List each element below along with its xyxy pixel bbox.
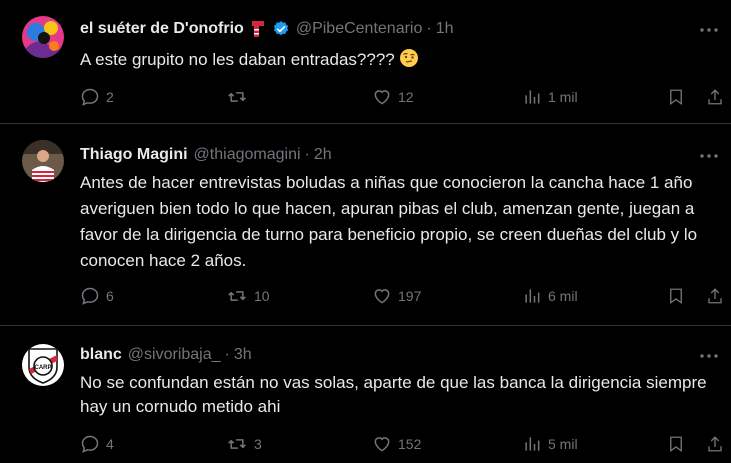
timestamp[interactable]: 2h [314, 146, 332, 164]
views-icon [522, 87, 542, 107]
share-icon [706, 286, 724, 306]
display-name[interactable]: Thiago Magini [80, 146, 188, 164]
reply-icon [80, 87, 100, 107]
views-icon [522, 286, 542, 306]
retweet-button[interactable]: 3 [226, 434, 262, 454]
views-button[interactable]: 1 mil [522, 87, 578, 107]
avatar[interactable] [22, 16, 64, 58]
view-count: 6 mil [548, 288, 578, 304]
avatar[interactable]: CARP [22, 344, 64, 386]
reply-button[interactable]: 2 [80, 87, 114, 107]
share-button[interactable] [706, 286, 724, 306]
reply-count: 4 [106, 436, 114, 452]
reply-button[interactable]: 6 [80, 286, 114, 306]
share-icon [706, 87, 724, 107]
heart-icon [372, 286, 392, 306]
more-options-icon[interactable] [697, 146, 721, 166]
handle[interactable]: @sivoribaja_ [128, 346, 221, 364]
bookmark-button[interactable] [667, 286, 685, 306]
reply-icon [80, 434, 100, 454]
like-button[interactable]: 12 [372, 87, 414, 107]
avatar-crest-text: CARP [34, 365, 51, 371]
bookmark-button[interactable] [667, 434, 685, 454]
view-count: 5 mil [548, 436, 578, 452]
tweet-header: Thiago Magini @thiagomagini · 2h [80, 146, 332, 164]
tweet[interactable]: Thiago Magini @thiagomagini · 2h Antes d… [0, 124, 731, 326]
bookmark-icon [667, 286, 685, 306]
bookmark-button[interactable] [667, 87, 685, 107]
reply-count: 2 [106, 89, 114, 105]
tweet-header: el suéter de D'onofrio @PibeCentenario ·… [80, 20, 454, 38]
views-button[interactable]: 5 mil [522, 434, 578, 454]
reply-button[interactable]: 4 [80, 434, 114, 454]
views-button[interactable]: 6 mil [522, 286, 578, 306]
tweet[interactable]: CARP blanc @sivoribaja_ · 3h No se confu… [0, 326, 731, 463]
display-name[interactable]: el suéter de D'onofrio [80, 20, 244, 38]
heart-icon [372, 87, 392, 107]
separator-dot: · [224, 346, 230, 363]
tweet-actions: 4 3 152 5 mil [0, 434, 731, 458]
share-button[interactable] [706, 434, 724, 454]
tweet-text: No se confundan están no vas solas, apar… [80, 373, 707, 416]
share-button[interactable] [706, 87, 724, 107]
views-icon [522, 434, 542, 454]
tweet-actions: 2 12 1 mil [0, 87, 731, 111]
tweet-header: blanc @sivoribaja_ · 3h [80, 346, 252, 364]
view-count: 1 mil [548, 89, 578, 105]
verified-badge-icon [272, 20, 290, 38]
tweet[interactable]: el suéter de D'onofrio @PibeCentenario ·… [0, 0, 731, 124]
retweet-button[interactable]: 10 [226, 286, 270, 306]
display-name[interactable]: blanc [80, 346, 122, 364]
retweet-count: 3 [254, 436, 262, 452]
reply-count: 6 [106, 288, 114, 304]
tweet-actions: 6 10 197 6 mil [0, 286, 731, 310]
tweet-text: A este grupito no les daban entradas???? [80, 48, 710, 75]
avatar[interactable] [22, 140, 64, 182]
retweet-button[interactable] [226, 87, 254, 107]
tweet-text: Antes de hacer entrevistas boludas a niñ… [80, 173, 698, 270]
like-count: 12 [398, 89, 414, 105]
like-button[interactable]: 197 [372, 286, 421, 306]
like-count: 197 [398, 288, 422, 304]
retweet-icon [226, 434, 248, 454]
raised-eyebrow-emoji [399, 48, 419, 75]
like-button[interactable]: 152 [372, 434, 421, 454]
bookmark-icon [667, 87, 685, 107]
heart-icon [372, 434, 392, 454]
handle[interactable]: @thiagomagini [194, 146, 301, 164]
retweet-count: 10 [254, 288, 270, 304]
more-options-icon[interactable] [697, 20, 721, 40]
like-count: 152 [398, 436, 422, 452]
scarf-emoji [250, 20, 266, 38]
timestamp[interactable]: 3h [234, 346, 252, 364]
tweet-text-content: A este grupito no les daban entradas???? [80, 50, 400, 69]
share-icon [706, 434, 724, 454]
separator-dot: · [426, 20, 432, 37]
reply-icon [80, 286, 100, 306]
more-options-icon[interactable] [697, 346, 721, 366]
timestamp[interactable]: 1h [436, 20, 454, 38]
separator-dot: · [304, 146, 310, 163]
retweet-icon [226, 87, 248, 107]
timeline-feed: el suéter de D'onofrio @PibeCentenario ·… [0, 0, 731, 463]
handle[interactable]: @PibeCentenario [296, 20, 423, 38]
bookmark-icon [667, 434, 685, 454]
retweet-icon [226, 286, 248, 306]
